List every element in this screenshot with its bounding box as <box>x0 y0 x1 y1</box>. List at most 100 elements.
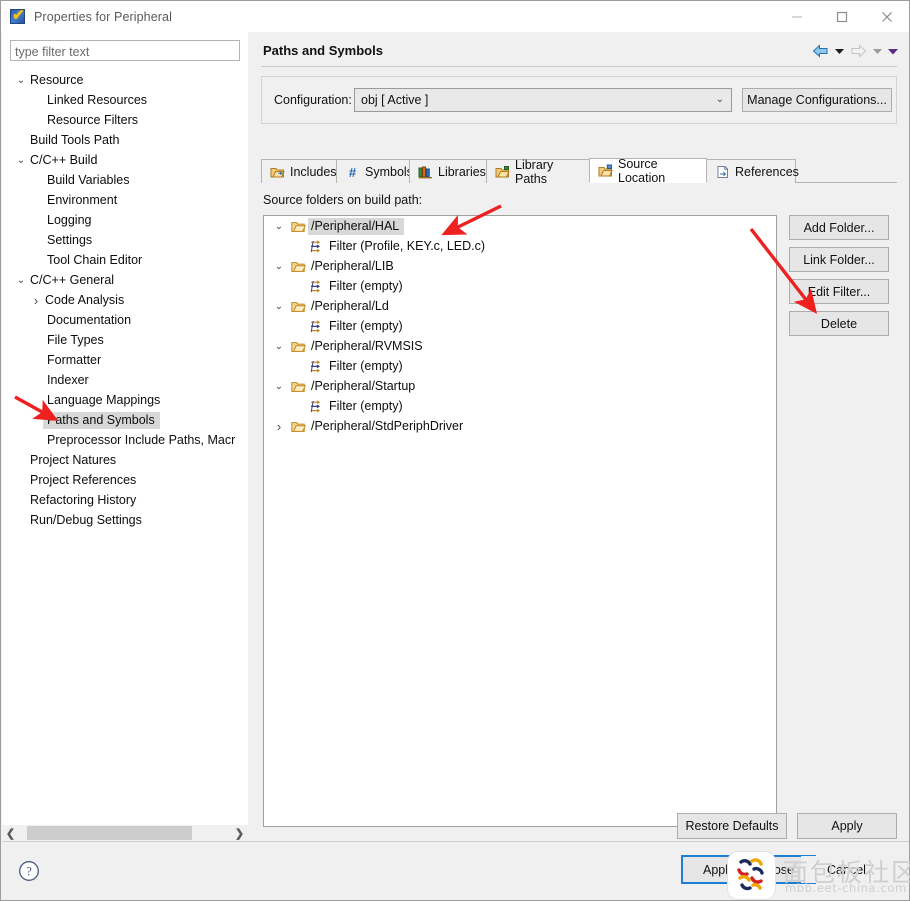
edit-filter-button[interactable]: Edit Filter... <box>789 279 889 304</box>
tab-label: Source Location <box>618 156 666 185</box>
sidebar-item-label: Code Analysis <box>45 293 125 307</box>
tab-libraries[interactable]: Libraries <box>409 159 487 183</box>
sidebar-item-resource-filters[interactable]: Resource Filters <box>2 110 248 130</box>
title-divider <box>261 66 897 67</box>
delete-button[interactable]: Delete <box>789 311 889 336</box>
sidebar-item-refactoring-history[interactable]: Refactoring History <box>2 490 248 510</box>
folder-icon <box>288 420 308 433</box>
sidebar-item-documentation[interactable]: Documentation <box>2 310 248 330</box>
back-arrow-icon[interactable] <box>809 42 831 60</box>
chevron-right-icon[interactable]: › <box>270 419 288 434</box>
source-filter-row[interactable]: Filter (Profile, KEY.c, LED.c) <box>264 236 776 256</box>
chevron-down-icon[interactable]: ⌄ <box>270 381 288 392</box>
tab-references[interactable]: References <box>706 159 799 183</box>
add-folder-button[interactable]: Add Folder... <box>789 215 889 240</box>
view-menu-icon[interactable] <box>885 42 901 60</box>
sidebar-item-label: Logging <box>47 213 92 227</box>
chevron-down-icon[interactable]: ⌄ <box>13 75 29 86</box>
sidebar-item-indexer[interactable]: Indexer <box>2 370 248 390</box>
sidebar-item-language-mappings[interactable]: Language Mappings <box>2 390 248 410</box>
minimize-button[interactable] <box>774 1 819 32</box>
sidebar-item-project-natures[interactable]: Project Natures <box>2 450 248 470</box>
chevron-down-icon[interactable]: ⌄ <box>13 155 29 166</box>
sidebar-item-tool-chain-editor[interactable]: Tool Chain Editor <box>2 250 248 270</box>
source-filter-row[interactable]: Filter (empty) <box>264 356 776 376</box>
sidebar-item-preprocessor-include-paths-macr[interactable]: Preprocessor Include Paths, Macr <box>2 430 248 450</box>
chevron-down-icon[interactable]: ⌄ <box>270 341 288 352</box>
source-folder-row[interactable]: › /Peripheral/StdPeriphDriver <box>264 416 776 436</box>
sidebar-item-code-analysis[interactable]: › Code Analysis <box>2 290 248 310</box>
chevron-down-icon[interactable]: ⌄ <box>270 261 288 272</box>
sidebar-item-paths-and-symbols[interactable]: Paths and Symbols <box>2 410 248 430</box>
tab-library-paths[interactable]: Library Paths <box>486 158 590 186</box>
sidebar-item-file-types[interactable]: File Types <box>2 330 248 350</box>
sidebar-item-label: C/C++ General <box>30 273 115 287</box>
chevron-right-icon[interactable]: › <box>28 293 44 308</box>
filter-icon <box>306 399 326 413</box>
configuration-group: Configuration: obj [ Active ] ⌄ Manage C… <box>261 76 897 124</box>
sidebar-item-settings[interactable]: Settings <box>2 230 248 250</box>
source-folder-label: /Peripheral/HAL <box>308 217 405 235</box>
sidebar-item-c-c-general[interactable]: ⌄ C/C++ General <box>2 270 248 290</box>
apply-button[interactable]: Apply <box>797 813 897 839</box>
sidebar-item-build-tools-path[interactable]: Build Tools Path <box>2 130 248 150</box>
page-title: Paths and Symbols <box>263 43 383 58</box>
sidebar-item-label: Language Mappings <box>47 393 161 407</box>
tab-label: Symbols <box>365 164 413 179</box>
chevron-down-icon[interactable]: ⌄ <box>270 221 288 232</box>
cancel-button[interactable]: Cancel <box>801 856 892 883</box>
back-dropdown-icon[interactable] <box>831 42 847 60</box>
close-button[interactable] <box>864 1 909 32</box>
source-folder-row[interactable]: ⌄ /Peripheral/Startup <box>264 376 776 396</box>
sidebar-item-logging[interactable]: Logging <box>2 210 248 230</box>
sidebar-item-label: Documentation <box>47 313 132 327</box>
source-folder-row[interactable]: ⌄ /Peripheral/Ld <box>264 296 776 316</box>
sidebar-item-build-variables[interactable]: Build Variables <box>2 170 248 190</box>
scroll-thumb[interactable] <box>27 826 192 840</box>
source-folder-row[interactable]: ⌄ /Peripheral/LIB <box>264 256 776 276</box>
sidebar-item-label: Preprocessor Include Paths, Macr <box>47 433 236 447</box>
source-filter-label: Filter (empty) <box>329 319 403 333</box>
source-folder-row[interactable]: ⌄ /Peripheral/HAL <box>264 216 776 236</box>
configuration-select[interactable]: obj [ Active ] ⌄ <box>354 88 732 112</box>
chevron-down-icon[interactable]: ⌄ <box>13 275 29 286</box>
maximize-button[interactable] <box>819 1 864 32</box>
checkbox-icon: ✔ <box>10 6 25 24</box>
help-icon[interactable]: ? <box>18 860 40 887</box>
source-folders-label: Source folders on build path: <box>263 193 423 207</box>
chevron-right-icon[interactable]: ❯ <box>231 825 248 841</box>
configuration-label: Configuration: <box>274 93 352 107</box>
chevron-down-icon[interactable]: ⌄ <box>270 301 288 312</box>
sidebar-item-label: File Types <box>47 333 104 347</box>
source-filter-row[interactable]: Filter (empty) <box>264 276 776 296</box>
source-folder-label: /Peripheral/Startup <box>311 379 416 393</box>
apply-and-close-button[interactable]: Apply and Close <box>681 855 816 884</box>
sidebar-item-label: Build Variables <box>47 173 130 187</box>
scroll-track[interactable] <box>19 825 231 841</box>
sidebar-item-c-c-build[interactable]: ⌄ C/C++ Build <box>2 150 248 170</box>
chevron-left-icon[interactable]: ❮ <box>2 825 19 841</box>
sidebar-item-formatter[interactable]: Formatter <box>2 350 248 370</box>
tab-includes[interactable]: Includes <box>261 159 337 183</box>
tab-source-location[interactable]: Source Location <box>589 156 707 185</box>
sidebar-item-label: Project Natures <box>30 453 117 467</box>
tab-symbols[interactable]: # Symbols <box>336 159 413 183</box>
source-filter-row[interactable]: Filter (empty) <box>264 316 776 336</box>
manage-configurations-button[interactable]: Manage Configurations... <box>742 88 892 112</box>
source-folder-row[interactable]: ⌄ /Peripheral/RVMSIS <box>264 336 776 356</box>
source-filter-row[interactable]: Filter (empty) <box>264 396 776 416</box>
sidebar-item-resource[interactable]: ⌄ Resource <box>2 70 248 90</box>
link-folder-button[interactable]: Link Folder... <box>789 247 889 272</box>
source-folders-list[interactable]: ⌄ /Peripheral/HAL Filter (Profile, KEY.c, … <box>263 215 777 827</box>
sidebar-item-project-references[interactable]: Project References <box>2 470 248 490</box>
nav-horizontal-scrollbar[interactable]: ❮ ❯ <box>2 825 248 841</box>
filter-input[interactable] <box>10 40 240 61</box>
configuration-value: obj [ Active ] <box>361 93 429 107</box>
sidebar-item-environment[interactable]: Environment <box>2 190 248 210</box>
sidebar-item-label: Build Tools Path <box>30 133 120 147</box>
restore-defaults-button[interactable]: Restore Defaults <box>677 813 787 839</box>
sidebar-item-linked-resources[interactable]: Linked Resources <box>2 90 248 110</box>
svg-text:?: ? <box>26 865 32 879</box>
sidebar-item-run-debug-settings[interactable]: Run/Debug Settings <box>2 510 248 530</box>
forward-dropdown-icon <box>869 42 885 60</box>
